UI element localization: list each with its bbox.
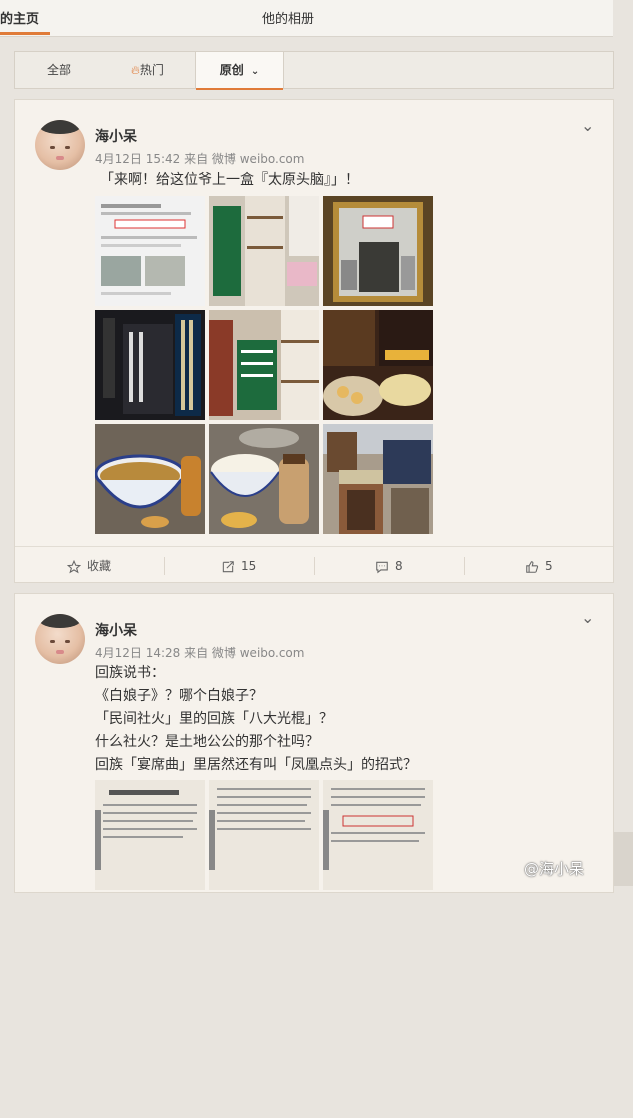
post-action-bar: 收藏 15 8 5 <box>15 546 613 585</box>
avatar[interactable] <box>35 120 85 170</box>
post-image-sign[interactable] <box>95 310 205 420</box>
post-image-bowl[interactable] <box>95 424 205 534</box>
filter-selected-indicator <box>196 88 283 90</box>
comment-icon <box>376 561 388 573</box>
post-text-line: 什么社火？是土地公公的那个社吗？ <box>95 734 319 750</box>
chevron-down-icon[interactable]: ⌄ <box>581 116 594 135</box>
post-image-document-page[interactable] <box>323 780 433 890</box>
filter-hot-label: 热门 <box>139 63 164 77</box>
favorite-label: 收藏 <box>87 559 112 573</box>
repost-button[interactable]: 15 <box>221 547 256 585</box>
filter-hot[interactable]: 🔥︎热门 <box>131 52 164 89</box>
username[interactable]: 海小呆 <box>95 620 137 640</box>
post-text-line: 回族说书： <box>95 665 165 681</box>
post-card: 海小呆 4月12日 15:42 来自 微博 weibo.com ⌄ 「来啊！给这… <box>14 99 614 583</box>
post-image-menu[interactable] <box>209 310 319 420</box>
favorite-button[interactable]: 收藏 <box>67 547 111 585</box>
post-image-old-photo[interactable] <box>323 196 433 306</box>
repost-icon <box>222 560 234 572</box>
tab-home[interactable]: 的主页 <box>0 8 39 27</box>
post-text: 回族说书： 《白娘子》？哪个白娘子？ 「民间社火」里的回族「八大光棍」？ 什么社… <box>95 662 417 777</box>
post-text-line: 「来啊！给这位爷上一盒『太原头脑』」！ <box>100 172 359 188</box>
post-image-storefront[interactable] <box>323 424 433 534</box>
post-image-screenshot[interactable] <box>95 196 205 306</box>
active-tab-indicator <box>0 32 50 35</box>
tab-album[interactable]: 他的相册 <box>262 8 314 27</box>
watermark: @海小呆 <box>524 860 585 878</box>
star-icon <box>67 559 81 573</box>
post-image-document-page[interactable] <box>95 780 205 890</box>
fire-icon: 🔥︎ <box>131 63 140 77</box>
post-text: 「来啊！给这位爷上一盒『太原头脑』」！ <box>100 169 359 192</box>
post-text-line: 回族「宴席曲」里居然还有叫「凤凰点头」的招式？ <box>95 757 417 773</box>
post-image-document-page[interactable] <box>209 780 319 890</box>
repost-count: 15 <box>241 559 257 573</box>
like-button[interactable]: 5 <box>525 547 553 585</box>
post-text-line: 《白娘子》？哪个白娘子？ <box>95 688 263 704</box>
post-meta: 4月12日 14:28 来自 微博 weibo.com <box>95 646 305 660</box>
avatar[interactable] <box>35 614 85 664</box>
thumbs-up-icon <box>526 560 539 573</box>
post-card: 海小呆 4月12日 14:28 来自 微博 weibo.com ⌄ 回族说书： … <box>14 593 614 893</box>
image-grid <box>95 196 435 534</box>
profile-tab-bar: 的主页 他的相册 <box>0 0 613 37</box>
post-image-bowl-and-jug[interactable] <box>209 424 319 534</box>
chevron-down-icon[interactable]: ⌄ <box>581 608 594 627</box>
username[interactable]: 海小呆 <box>95 126 137 146</box>
comment-button[interactable]: 8 <box>375 547 403 585</box>
filter-all[interactable]: 全部 <box>47 52 71 89</box>
filter-original-label: 原创 <box>219 63 244 77</box>
comment-count: 8 <box>395 559 403 573</box>
image-grid <box>95 780 435 1118</box>
post-image-shelf[interactable] <box>209 196 319 306</box>
like-count: 5 <box>545 559 553 573</box>
filter-original[interactable]: 原创 ⌄ <box>195 52 284 90</box>
post-meta: 4月12日 15:42 来自 微博 weibo.com <box>95 152 305 166</box>
scroll-to-top-button[interactable] <box>614 832 633 886</box>
post-text-line: 「民间社火」里的回族「八大光棍」？ <box>95 711 333 727</box>
feed-filter-bar: 全部 🔥︎热门 原创 ⌄ <box>14 51 614 90</box>
post-image-food[interactable] <box>323 310 433 420</box>
chevron-down-icon: ⌄ <box>250 66 260 77</box>
filter-all-label: 全部 <box>47 63 72 77</box>
